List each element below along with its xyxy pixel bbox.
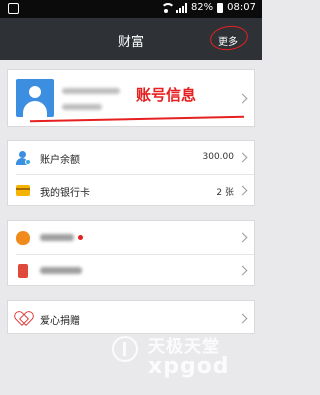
balance-value: 300.00 [202,152,235,162]
signal-icon [175,2,187,13]
yuebao-row[interactable] [8,221,254,254]
money-bag-icon [16,231,30,245]
bank-card-count: 2 张 [216,188,234,198]
balance-row[interactable]: 账户余额 300.00 [8,141,254,174]
avatar [16,79,54,117]
chevron-right-icon [237,152,248,163]
chevron-right-icon [237,185,248,196]
account-info-annotation: 账号信息 [136,86,197,104]
status-bar: 82% 08:07 [0,0,262,18]
chevron-right-icon [237,313,248,324]
watermark-logo-icon [112,336,138,362]
balance-label: 账户余额 [40,155,80,166]
chevron-right-icon [237,265,248,276]
donation-card[interactable]: 爱心捐赠 [7,300,255,334]
account-icon [16,151,31,165]
account-name-blurred [62,88,120,94]
site-watermark: 天极天堂 xpgod [112,330,260,390]
phone-icon [18,264,28,278]
donation-label: 爱心捐赠 [40,316,80,327]
zhaocaibao-label-blurred [40,267,82,274]
annotation-underline [30,115,244,122]
bank-card-row[interactable]: 我的银行卡 2 张 [8,174,254,207]
new-badge [78,235,83,240]
wifi-icon [160,2,175,13]
account-id-blurred [62,104,102,110]
chevron-right-icon [237,93,248,104]
heart-icon [16,311,30,325]
zhaocaibao-row[interactable] [8,254,254,287]
watermark-text-en: xpgod [148,354,230,379]
battery-percent: 82% [190,2,214,13]
bank-card-label: 我的银行卡 [40,188,90,199]
battery-icon [217,2,224,13]
clock: 08:07 [227,2,256,13]
account-card[interactable]: 账号信息 [7,69,255,127]
chevron-right-icon [237,232,248,243]
funds-card: 账户余额 300.00 我的银行卡 2 张 [7,140,255,206]
bank-card-icon [16,185,30,196]
services-card [7,220,255,286]
yuebao-label-blurred [40,234,74,241]
title-bar: 财富 更多 [0,18,262,60]
notification-icon [8,3,19,14]
